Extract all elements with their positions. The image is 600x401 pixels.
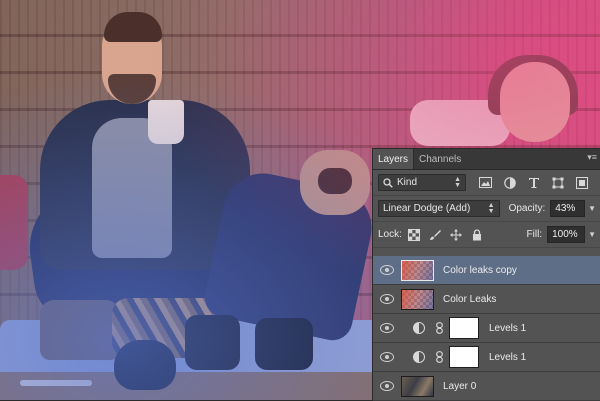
layer-row[interactable]: Levels 1 — [373, 343, 600, 372]
layer-mask-thumbnail[interactable] — [449, 346, 479, 368]
layer-name: Levels 1 — [489, 322, 527, 334]
opacity-dropdown-icon[interactable]: ▼ — [588, 204, 596, 213]
visibility-toggle[interactable] — [373, 352, 401, 362]
blend-row: Linear Dodge (Add) ▲ ▼ Opacity: 43% ▼ — [373, 196, 600, 222]
select-arrows-icon: ▲ ▼ — [487, 201, 495, 215]
kind-filter-label: Kind — [397, 177, 418, 188]
adjustment-layer-icon — [413, 351, 425, 363]
opacity-label: Opacity: — [508, 203, 546, 214]
chain-link-icon[interactable] — [435, 322, 443, 334]
eye-icon — [380, 352, 394, 362]
image-filter-icon[interactable] — [479, 176, 492, 189]
type-filter-icon[interactable] — [527, 176, 540, 189]
visibility-toggle[interactable] — [373, 294, 401, 304]
layers-panel: Layers Channels ▾≡ Kind ▲ ▼ Linear Dodge… — [372, 148, 600, 401]
select-arrows-icon: ▲ ▼ — [454, 175, 461, 189]
eye-icon — [380, 265, 394, 275]
lock-label: Lock: — [378, 229, 402, 240]
adjustment-filter-icon[interactable] — [503, 176, 516, 189]
eye-icon — [380, 294, 394, 304]
lock-row: Lock: Fill: 100% ▼ — [373, 222, 600, 248]
eye-icon — [380, 381, 394, 391]
search-icon — [383, 177, 393, 188]
smart-object-filter-icon[interactable] — [575, 176, 588, 189]
filter-row: Kind ▲ ▼ — [373, 170, 600, 196]
lock-image-icon[interactable] — [429, 229, 441, 241]
panel-menu-icon[interactable]: ▾≡ — [587, 152, 597, 163]
layer-name: Color leaks copy — [443, 264, 517, 276]
adjustment-layer-icon — [413, 322, 425, 334]
kind-filter-select[interactable]: Kind ▲ ▼ — [378, 174, 466, 191]
lock-transparency-icon[interactable] — [407, 228, 420, 241]
visibility-toggle[interactable] — [373, 381, 401, 391]
layer-row[interactable]: Levels 1 — [373, 314, 600, 343]
lock-position-icon[interactable] — [449, 228, 462, 241]
layer-row[interactable]: Layer 0 — [373, 372, 600, 401]
layer-row[interactable]: Color Leaks — [373, 285, 600, 314]
visibility-toggle[interactable] — [373, 265, 401, 275]
fill-dropdown-icon[interactable]: ▼ — [588, 230, 596, 239]
tab-layers[interactable]: Layers — [373, 149, 415, 169]
eye-icon — [380, 323, 394, 333]
filter-icons — [479, 176, 588, 189]
layer-mask-thumbnail[interactable] — [449, 317, 479, 339]
layer-thumbnail — [401, 375, 434, 397]
opacity-input[interactable]: 43% — [550, 200, 586, 217]
tab-channels[interactable]: Channels — [414, 149, 466, 169]
visibility-toggle[interactable] — [373, 323, 401, 333]
lock-icons — [407, 228, 483, 241]
layer-row[interactable]: Color leaks copy — [373, 256, 600, 285]
layer-name: Color Leaks — [443, 293, 497, 305]
blend-mode-value: Linear Dodge (Add) — [383, 203, 471, 214]
blend-mode-select[interactable]: Linear Dodge (Add) ▲ ▼ — [378, 200, 500, 217]
fill-label: Fill: — [526, 229, 543, 240]
fill-input[interactable]: 100% — [547, 226, 586, 243]
layer-name: Levels 1 — [489, 351, 527, 363]
chain-link-icon[interactable] — [435, 351, 443, 363]
layer-name: Layer 0 — [443, 380, 477, 392]
panel-tabs: Layers Channels ▾≡ — [373, 149, 600, 170]
layer-thumbnail — [401, 288, 434, 310]
layer-thumbnail — [401, 259, 434, 281]
shape-filter-icon[interactable] — [551, 176, 564, 189]
lock-all-icon[interactable] — [471, 228, 483, 241]
layers-list: Color leaks copy Color Leaks Levels 1 Le… — [373, 256, 600, 401]
